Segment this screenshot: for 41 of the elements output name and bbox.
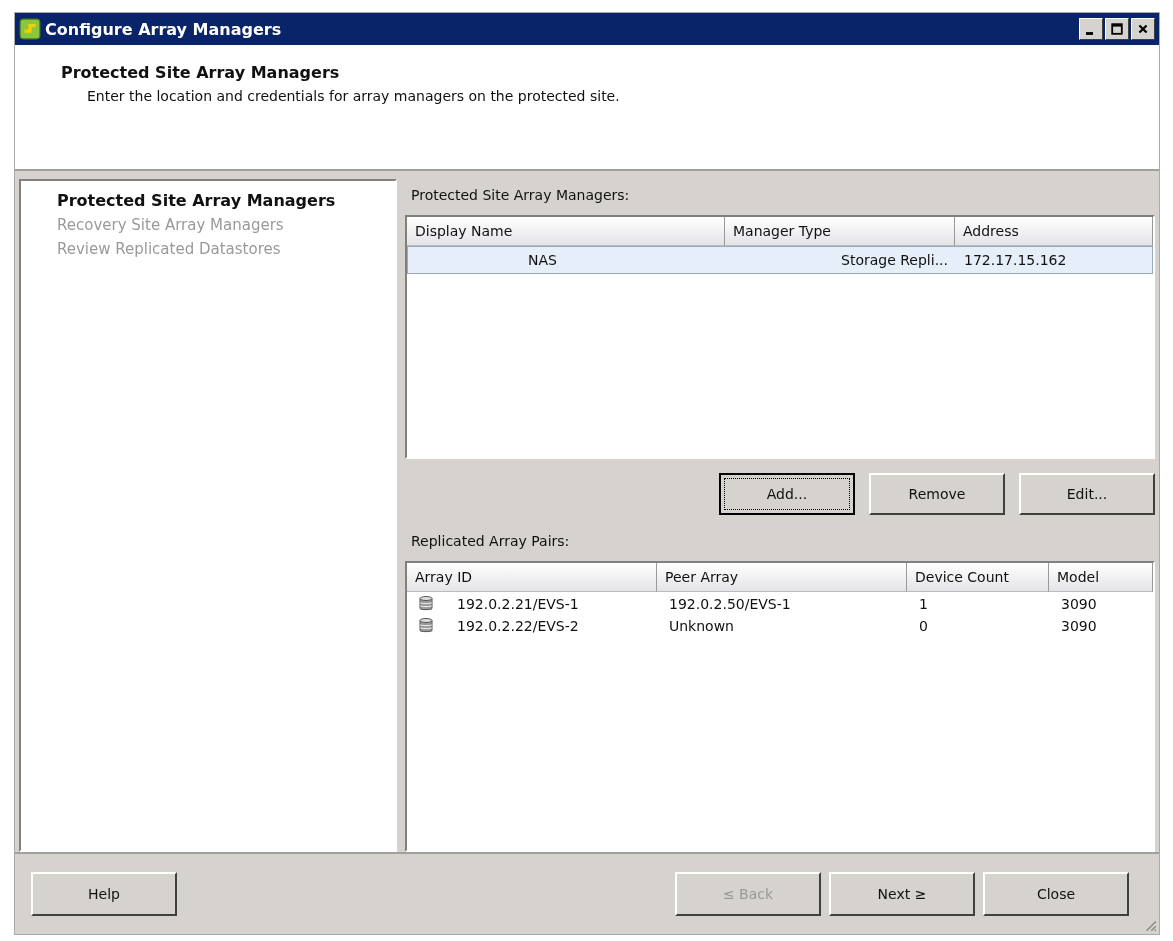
table-cell: 192.0.2.22/EVS-2 <box>457 617 579 634</box>
column-header[interactable]: Address <box>955 217 1153 246</box>
column-header[interactable]: Display Name <box>407 217 725 246</box>
minimize-button[interactable] <box>1079 18 1103 40</box>
table-cell: 3090 <box>1061 617 1097 634</box>
page-heading: Protected Site Array Managers <box>61 63 341 82</box>
table-cell: 0 <box>919 617 928 634</box>
table-cell: 3090 <box>1061 595 1097 612</box>
table-cell: 1 <box>919 595 928 612</box>
table-row[interactable]: NAS Storage Repli... 172.17.15.162 <box>407 246 1153 274</box>
window-title: Configure Array Managers <box>45 19 283 39</box>
maximize-icon <box>1111 23 1123 35</box>
minimize-icon <box>1086 32 1093 35</box>
maximize-button[interactable] <box>1105 18 1129 40</box>
table-cell: NAS <box>528 252 557 268</box>
app-icon <box>19 18 41 40</box>
resize-grip-icon[interactable] <box>1143 918 1157 932</box>
footer-button[interactable]: Help <box>31 872 177 916</box>
database-icon <box>419 595 433 612</box>
table-cell: 192.0.2.50/EVS-1 <box>669 595 791 612</box>
column-header[interactable]: Peer Array <box>657 563 907 592</box>
column-header[interactable]: Device Count <box>907 563 1049 592</box>
database-icon <box>419 617 433 634</box>
section-label: Replicated Array Pairs: <box>410 532 570 551</box>
page-description: Enter the location and credentials for array managers on the protected site. <box>87 88 621 104</box>
table-cell: 192.0.2.21/EVS-1 <box>457 595 579 612</box>
action-button[interactable]: Edit... <box>1019 473 1155 515</box>
footer-button[interactable]: Close <box>983 872 1129 916</box>
column-header[interactable]: Model <box>1049 563 1153 592</box>
table-cell: Unknown <box>669 617 734 634</box>
section-label: Protected Site Array Managers: <box>410 186 630 205</box>
close-button[interactable] <box>1131 18 1155 40</box>
table-cell: 172.17.15.162 <box>964 252 1067 268</box>
table-cell: Storage Repli... <box>841 252 948 268</box>
column-header[interactable]: Array ID <box>407 563 657 592</box>
wizard-step[interactable]: Protected Site Array Managers <box>57 191 336 210</box>
column-header[interactable]: Manager Type <box>725 217 955 246</box>
action-button[interactable]: Remove <box>869 473 1005 515</box>
action-button[interactable]: Add... <box>719 473 855 515</box>
footer-button[interactable]: Next ≥ <box>829 872 975 916</box>
close-icon <box>1137 23 1149 35</box>
